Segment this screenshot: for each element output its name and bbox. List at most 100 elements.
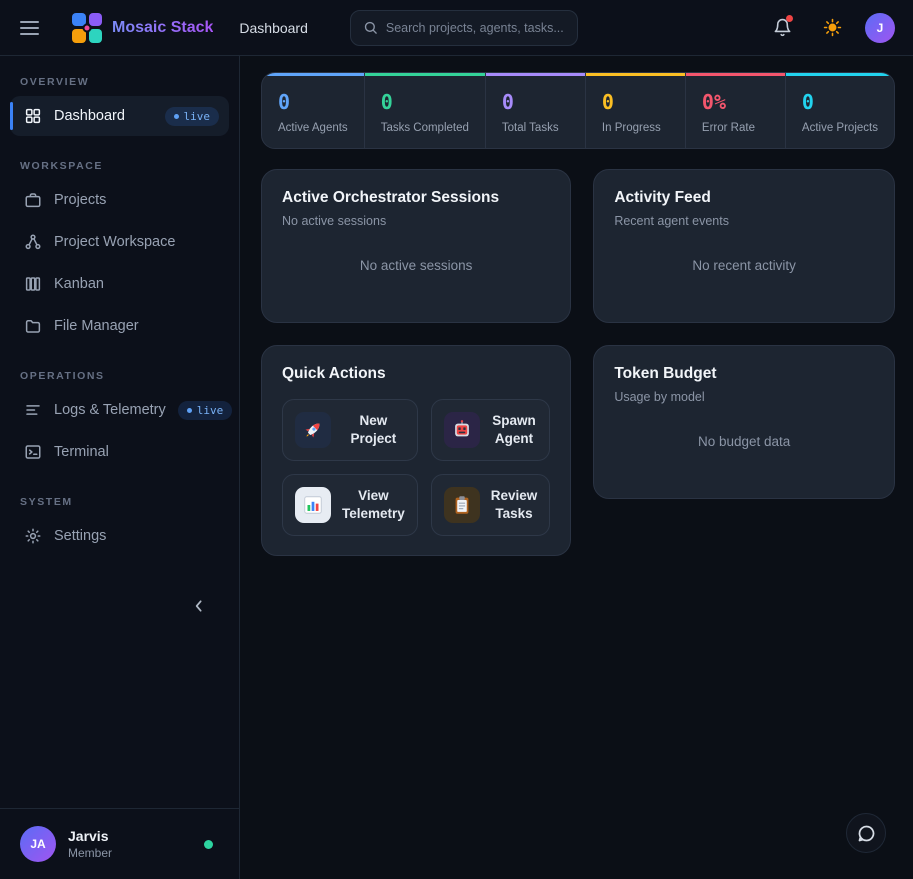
section-label-operations: OPERATIONS <box>10 364 229 390</box>
stat-in-progress: 0 In Progress <box>585 73 685 148</box>
live-badge: live <box>178 401 233 420</box>
app-root: Mosaic Stack Dashboard J OVERVIEW <box>0 0 913 879</box>
sidebar: OVERVIEW Dashboard live WORKSPACE Projec… <box>0 56 240 879</box>
stat-label: Error Rate <box>702 122 769 134</box>
empty-state-text: No budget data <box>614 404 874 479</box>
activity-feed-card: Activity Feed Recent agent events No rec… <box>593 169 895 323</box>
quick-action-label: Spawn Agent <box>491 412 538 447</box>
notifications-button[interactable] <box>765 11 799 45</box>
review-tasks-button[interactable]: Review Tasks <box>431 474 551 536</box>
sidebar-collapse-button[interactable] <box>185 592 213 620</box>
sidebar-item-kanban[interactable]: Kanban <box>10 264 229 304</box>
logs-icon <box>24 401 42 419</box>
sidebar-item-project-workspace[interactable]: Project Workspace <box>10 222 229 262</box>
stat-value: 0 <box>802 90 878 114</box>
brand-name: Mosaic Stack <box>112 19 213 37</box>
hamburger-menu-button[interactable] <box>20 11 54 45</box>
sidebar-item-file-manager[interactable]: File Manager <box>10 306 229 346</box>
chat-bubble-icon <box>856 823 877 844</box>
sidebar-item-label: Dashboard <box>54 108 153 124</box>
user-name: Jarvis <box>68 828 192 844</box>
stat-label: In Progress <box>602 122 669 134</box>
rocket-icon <box>295 412 331 448</box>
search-input[interactable] <box>386 21 565 35</box>
stat-total-tasks: 0 Total Tasks <box>485 73 585 148</box>
new-project-button[interactable]: New Project <box>282 399 418 461</box>
sidebar-item-label: Kanban <box>54 276 219 292</box>
card-title: Activity Feed <box>614 189 874 207</box>
stat-value: 0 <box>278 90 348 114</box>
sidebar-item-dashboard[interactable]: Dashboard live <box>10 96 229 136</box>
sidebar-item-label: Logs & Telemetry <box>54 402 166 418</box>
user-initials-avatar: JA <box>20 826 56 862</box>
bar-chart-icon <box>295 487 331 523</box>
topbar-actions: J <box>765 11 895 45</box>
briefcase-icon <box>24 191 42 209</box>
terminal-icon <box>24 443 42 461</box>
section-label-workspace: WORKSPACE <box>10 154 229 180</box>
sidebar-item-label: Terminal <box>54 444 219 460</box>
card-subtitle: Recent agent events <box>614 214 874 228</box>
dashboard-grid-icon <box>24 107 42 125</box>
stat-active-agents: 0 Active Agents <box>262 73 364 148</box>
user-avatar[interactable]: J <box>865 13 895 43</box>
brand[interactable]: Mosaic Stack <box>72 13 213 43</box>
stat-label: Total Tasks <box>502 122 569 134</box>
card-subtitle: Usage by model <box>614 390 874 404</box>
clipboard-icon <box>444 487 480 523</box>
workspace-nodes-icon <box>24 233 42 251</box>
sidebar-item-projects[interactable]: Projects <box>10 180 229 220</box>
stat-value: 0 <box>502 90 569 114</box>
token-budget-card: Token Budget Usage by model No budget da… <box>593 345 895 499</box>
quick-action-label: Review Tasks <box>491 487 538 522</box>
sidebar-item-terminal[interactable]: Terminal <box>10 432 229 472</box>
sidebar-user-card[interactable]: JA Jarvis Member <box>0 808 239 879</box>
main-content: 0 Active Agents 0 Tasks Completed 0 Tota… <box>240 56 913 879</box>
folder-icon <box>24 317 42 335</box>
kanban-columns-icon <box>24 275 42 293</box>
card-title: Token Budget <box>614 365 874 383</box>
sidebar-item-logs-telemetry[interactable]: Logs & Telemetry live <box>10 390 229 430</box>
online-status-dot <box>204 840 213 849</box>
sidebar-item-label: Project Workspace <box>54 234 219 250</box>
stat-tasks-completed: 0 Tasks Completed <box>364 73 485 148</box>
view-telemetry-button[interactable]: View Telemetry <box>282 474 418 536</box>
card-title: Active Orchestrator Sessions <box>282 189 550 207</box>
section-label-overview: OVERVIEW <box>10 70 229 96</box>
mosaic-logo-icon <box>72 13 102 43</box>
empty-state-text: No active sessions <box>282 228 550 303</box>
quick-actions-card: Quick Actions New Project Sp <box>261 345 571 556</box>
stat-value: 0 <box>381 90 469 114</box>
chevron-left-icon <box>191 598 207 614</box>
stat-active-projects: 0 Active Projects <box>785 73 894 148</box>
card-title: Quick Actions <box>282 365 550 383</box>
notification-dot <box>786 15 793 22</box>
theme-toggle-button[interactable] <box>815 11 849 45</box>
stat-label: Active Projects <box>802 122 878 134</box>
card-subtitle: No active sessions <box>282 214 550 228</box>
orchestrator-sessions-card: Active Orchestrator Sessions No active s… <box>261 169 571 323</box>
gear-icon <box>24 527 42 545</box>
stat-label: Tasks Completed <box>381 122 469 134</box>
stat-value: 0 <box>602 90 669 114</box>
search-bar[interactable] <box>350 10 578 46</box>
live-badge: live <box>165 107 220 126</box>
spawn-agent-button[interactable]: Spawn Agent <box>431 399 551 461</box>
user-role: Member <box>68 846 192 860</box>
topbar: Mosaic Stack Dashboard J <box>0 0 913 56</box>
sidebar-item-label: File Manager <box>54 318 219 334</box>
stat-value: 0% <box>702 90 769 114</box>
sidebar-item-label: Projects <box>54 192 219 208</box>
stats-row: 0 Active Agents 0 Tasks Completed 0 Tota… <box>261 72 895 149</box>
section-label-system: SYSTEM <box>10 490 229 516</box>
sidebar-nav: OVERVIEW Dashboard live WORKSPACE Projec… <box>0 56 239 620</box>
search-icon <box>363 20 378 35</box>
stat-error-rate: 0% Error Rate <box>685 73 785 148</box>
chat-fab-button[interactable] <box>846 813 886 853</box>
sun-icon <box>823 18 842 37</box>
sidebar-item-label: Settings <box>54 528 219 544</box>
sidebar-item-settings[interactable]: Settings <box>10 516 229 556</box>
empty-state-text: No recent activity <box>614 228 874 303</box>
quick-action-label: View Telemetry <box>342 487 405 522</box>
quick-action-label: New Project <box>342 412 405 447</box>
